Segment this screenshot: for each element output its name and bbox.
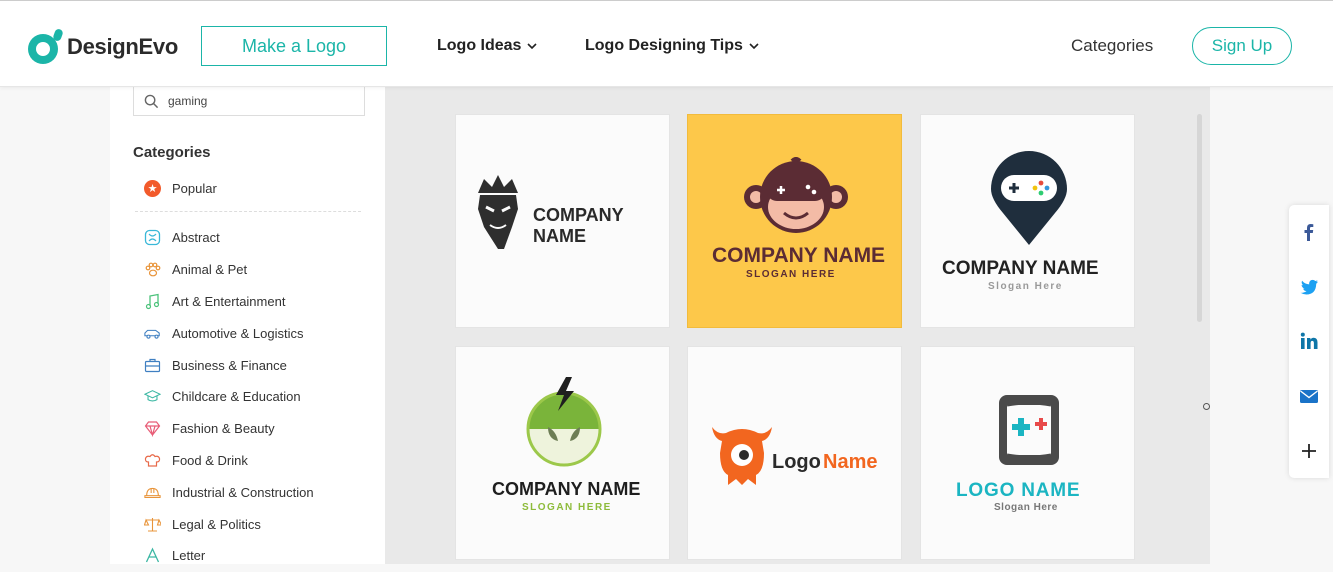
- designevo-logo-icon: [25, 27, 65, 67]
- company-name: COMPANY NAME: [712, 244, 886, 267]
- logo-name: LOGO NAME: [956, 480, 1081, 501]
- abstract-icon: [144, 229, 161, 246]
- search-query: gaming: [168, 94, 208, 108]
- category-letter[interactable]: Letter: [144, 540, 314, 572]
- chevron-down-icon: [749, 43, 759, 50]
- category-list: Abstract Animal & Pet Art & Entertainmen…: [144, 222, 314, 572]
- top-header: DesignEvo Make a Logo Logo Ideas Logo De…: [0, 0, 1333, 87]
- logo-card[interactable]: COMPANY NAME: [455, 114, 670, 328]
- company-name: COMPANY NAME: [492, 479, 641, 499]
- category-animal-pet[interactable]: Animal & Pet: [144, 254, 314, 286]
- share-twitter-button[interactable]: [1289, 260, 1329, 315]
- category-fashion-beauty[interactable]: Fashion & Beauty: [144, 413, 314, 445]
- category-label: Art & Entertainment: [172, 293, 286, 309]
- car-icon: [144, 325, 161, 342]
- plus-icon: [1302, 443, 1316, 458]
- nav-logo-tips-label: Logo Designing Tips: [585, 37, 743, 54]
- category-childcare-education[interactable]: Childcare & Education: [144, 381, 314, 413]
- slogan: SLOGAN HERE: [746, 269, 836, 280]
- company-name: COMPANY NAME: [942, 258, 1099, 279]
- star-icon: ★: [144, 180, 161, 197]
- letter-a-icon: [144, 547, 161, 564]
- hard-hat-icon: [144, 484, 161, 501]
- category-sidebar: gaming Categories ★ Popular Abstract Ani…: [110, 87, 385, 564]
- categories-heading: Categories: [133, 144, 211, 161]
- briefcase-icon: [144, 357, 161, 374]
- brand-name: DesignEvo: [67, 34, 178, 59]
- gallery-scrollbar[interactable]: [1197, 114, 1202, 322]
- graduation-cap-icon: [144, 388, 161, 405]
- gamepad-square-icon: [999, 395, 1059, 465]
- logo-card[interactable]: COMPANY NAME Slogan Here: [920, 114, 1135, 328]
- category-industrial-construction[interactable]: Industrial & Construction: [144, 476, 314, 508]
- category-label: Legal & Politics: [172, 516, 261, 532]
- logo-gallery: COMPANY NAME COMPANY NAME SLOGAN HERE CO…: [385, 87, 1210, 564]
- logo-card[interactable]: COMPANY NAME SLOGAN HERE: [687, 114, 902, 328]
- category-popular-label: Popular: [172, 181, 217, 196]
- chevron-down-icon: [527, 43, 538, 50]
- share-bar: [1289, 205, 1329, 478]
- logo-card[interactable]: LOGO NAME Slogan Here: [920, 346, 1135, 560]
- logo-name-b: Name: [823, 451, 878, 473]
- category-label: Animal & Pet: [172, 262, 248, 278]
- category-label: Food & Drink: [172, 452, 248, 468]
- category-label: Childcare & Education: [172, 389, 301, 405]
- controller-pin-icon: [991, 151, 1067, 245]
- nav-logo-tips[interactable]: Logo Designing Tips: [585, 37, 759, 55]
- search-icon: [144, 94, 159, 108]
- category-popular[interactable]: ★ Popular: [144, 180, 217, 197]
- alien-lightning-icon: [526, 377, 602, 467]
- category-legal-politics[interactable]: Legal & Politics: [144, 508, 314, 540]
- twitter-icon: [1300, 279, 1318, 295]
- category-business-finance[interactable]: Business & Finance: [144, 349, 314, 381]
- paw-icon: [144, 261, 161, 278]
- diamond-icon: [144, 420, 161, 438]
- cursor-icon: [1203, 403, 1210, 410]
- category-label: Industrial & Construction: [172, 484, 314, 500]
- slogan: SLOGAN HERE: [522, 502, 612, 513]
- chef-hat-icon: [144, 452, 161, 469]
- category-label: Business & Finance: [172, 357, 287, 373]
- king-face-icon: [478, 175, 518, 249]
- nav-logo-ideas[interactable]: Logo Ideas: [437, 37, 538, 55]
- music-note-icon: [144, 293, 161, 310]
- category-label: Abstract: [172, 230, 220, 246]
- search-input[interactable]: gaming: [133, 87, 365, 116]
- logo-card[interactable]: COMPANY NAME SLOGAN HERE: [455, 346, 670, 560]
- category-art-entertainment[interactable]: Art & Entertainment: [144, 286, 314, 318]
- category-automotive-logistics[interactable]: Automotive & Logistics: [144, 317, 314, 349]
- share-linkedin-button[interactable]: [1289, 314, 1329, 369]
- nav-categories[interactable]: Categories: [1071, 36, 1153, 56]
- share-more-button[interactable]: [1289, 423, 1329, 478]
- category-food-drink[interactable]: Food & Drink: [144, 445, 314, 477]
- category-label: Letter: [172, 548, 206, 564]
- facebook-icon: [1304, 224, 1314, 242]
- scales-icon: [144, 516, 161, 533]
- brand-logo[interactable]: DesignEvo: [25, 25, 178, 69]
- orange-monster-icon: [712, 427, 772, 485]
- share-facebook-button[interactable]: [1289, 205, 1329, 260]
- logo-name-a: Logo: [772, 451, 821, 473]
- category-label: Automotive & Logistics: [172, 325, 304, 341]
- slogan: Slogan Here: [994, 502, 1058, 513]
- company-name-line2: NAME: [533, 226, 586, 246]
- logo-card[interactable]: Logo Name: [687, 346, 902, 560]
- make-logo-button[interactable]: Make a Logo: [201, 26, 387, 66]
- company-name-line1: COMPANY: [533, 205, 624, 225]
- category-label: Fashion & Beauty: [172, 421, 275, 437]
- category-abstract[interactable]: Abstract: [144, 222, 314, 254]
- linkedin-icon: [1300, 333, 1318, 350]
- divider: [135, 211, 361, 212]
- monkey-gamer-icon: [744, 157, 848, 233]
- nav-logo-ideas-label: Logo Ideas: [437, 37, 522, 54]
- sign-up-button[interactable]: Sign Up: [1192, 27, 1292, 65]
- email-icon: [1300, 390, 1318, 404]
- slogan: Slogan Here: [988, 281, 1063, 292]
- share-email-button[interactable]: [1289, 369, 1329, 424]
